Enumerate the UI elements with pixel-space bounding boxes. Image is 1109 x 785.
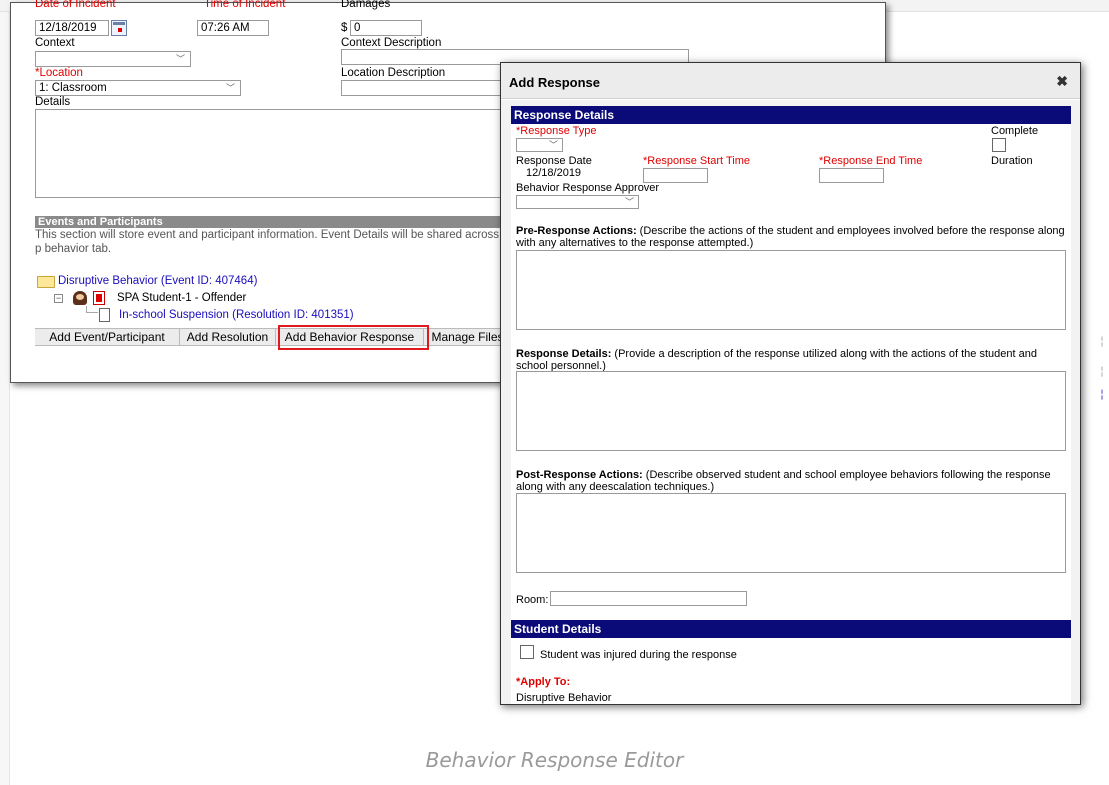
response-details-label: Response Details: [516,348,612,360]
post-response-description: Post-Response Actions: (Describe observe… [516,469,1071,493]
response-start-time-input[interactable] [643,168,708,183]
modal-header: Add Response ✖ [501,63,1080,99]
close-icon[interactable]: ✖ [1056,73,1068,90]
location-description-input[interactable] [341,80,507,96]
post-response-label: Post-Response Actions: [516,469,643,481]
post-response-textarea[interactable] [516,493,1066,573]
student-injured-label: Student was injured during the response [540,649,737,661]
edge-fragment: ╎ [1099,367,1106,378]
response-details-header: Response Details [511,106,1071,124]
student-icon [73,291,87,305]
damages-label: Damages [341,0,391,10]
response-form: Response Details *Response Type Complete… [511,106,1071,704]
complete-checkbox[interactable] [992,138,1006,152]
pre-response-label: Pre-Response Actions: [516,225,637,237]
response-details-description: Response Details: (Provide a description… [516,348,1066,372]
offender-icon [93,291,105,305]
document-icon [99,308,110,322]
events-participants-header: Events and Participants [35,216,507,228]
chevron-down-icon: ﹀ [175,54,185,64]
response-type-select[interactable]: ﹀ [516,138,563,152]
context-description-label: Context Description [341,37,442,49]
location-description-label: Location Description [341,67,446,79]
context-select[interactable]: ﹀ [35,51,191,67]
student-injured-checkbox[interactable] [520,645,534,659]
pre-response-description: Pre-Response Actions: (Describe the acti… [516,225,1066,249]
resolution-link[interactable]: In-school Suspension (Resolution ID: 401… [119,309,354,321]
add-event-participant-button[interactable]: Add Event/Participant [35,329,180,346]
location-select-value: 1: Classroom [39,82,107,94]
events-description: This section will store event and partic… [35,229,500,255]
figure-caption: Behavior Response Editor [425,748,684,772]
time-of-incident-label: Time of Incident [204,0,286,10]
tree-connector [86,306,98,313]
response-date-value: 12/18/2019 [526,167,582,179]
approver-label: Behavior Response Approver [516,182,660,194]
collapse-icon[interactable]: − [54,294,63,303]
chevron-down-icon: ﹀ [225,83,235,93]
pre-response-textarea[interactable] [516,250,1066,330]
response-details-textarea[interactable] [516,371,1066,451]
complete-label: Complete [991,125,1039,137]
details-label: Details [35,96,71,108]
add-resolution-button[interactable]: Add Resolution [180,329,276,346]
approver-select[interactable]: ﹀ [516,195,639,209]
context-label: Context [35,37,75,49]
room-label: Room: [516,594,549,606]
manage-files-button[interactable]: Manage Files [424,329,511,346]
chevron-down-icon: ﹀ [548,140,558,150]
event-link[interactable]: Disruptive Behavior (Event ID: 407464) [58,275,257,287]
time-of-incident-input[interactable]: 07:26 AM [197,20,269,36]
window-left-strip [0,12,10,785]
add-response-modal: Add Response ✖ Response Details *Respons… [500,62,1081,705]
student-details-header: Student Details [511,620,1071,638]
participant-label: SPA Student-1 - Offender [117,292,247,304]
apply-to-label: *Apply To: [516,676,571,688]
modal-body: Response Details *Response Type Complete… [501,100,1080,704]
location-label: *Location [35,67,83,79]
chevron-down-icon: ﹀ [624,197,634,207]
date-of-incident-input[interactable]: 12/18/2019 [35,20,109,36]
calendar-icon[interactable] [111,20,127,36]
details-textarea[interactable] [35,109,507,198]
date-of-incident-label: Date of Incident [35,0,116,10]
damages-currency: $ [341,22,348,34]
room-input[interactable] [550,591,747,606]
location-select[interactable]: 1: Classroom ﹀ [35,80,241,96]
highlight-box [278,325,429,350]
response-end-time-input[interactable] [819,168,884,183]
edge-fragment: ╎ [1099,337,1106,348]
response-end-time-label: *Response End Time [819,155,923,167]
edge-fragment: ╎ [1099,390,1106,401]
apply-to-value: Disruptive Behavior [516,692,612,704]
response-date-label: Response Date [516,155,592,167]
damages-input[interactable]: 0 [350,20,422,36]
event-toolbar: Add Event/Participant Add Resolution Add… [35,328,511,346]
modal-title: Add Response [509,75,601,90]
response-type-label: *Response Type [516,125,597,137]
folder-icon [37,276,55,288]
duration-label: Duration [991,155,1033,167]
response-start-time-label: *Response Start Time [643,155,750,167]
